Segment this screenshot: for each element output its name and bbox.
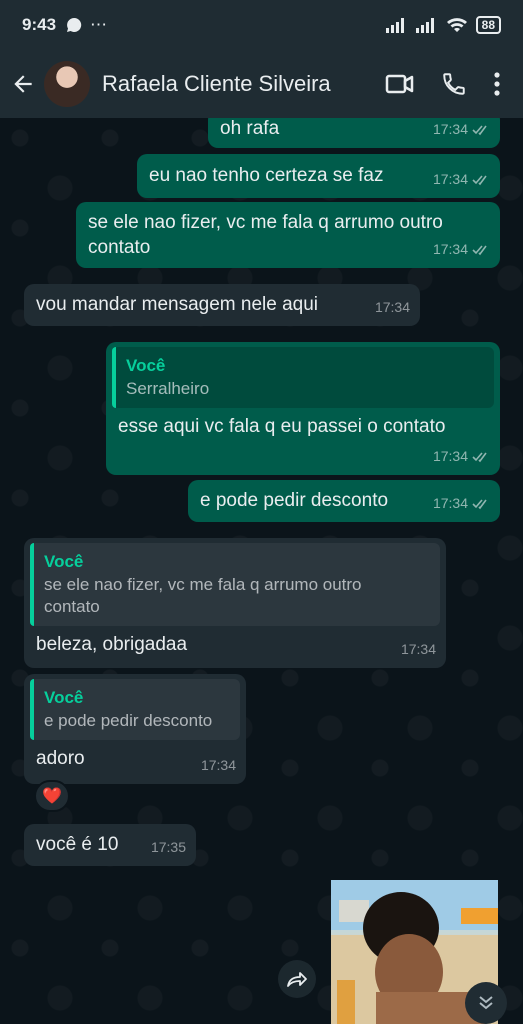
- message-bubble-incoming[interactable]: você é 10 17:35: [24, 824, 196, 866]
- voice-call-icon[interactable]: [441, 71, 467, 97]
- quote-text: e pode pedir desconto: [44, 711, 213, 730]
- forward-icon: [287, 972, 307, 987]
- contact-name[interactable]: Rafaela Cliente Silveira: [102, 71, 331, 97]
- read-receipt-icon: [472, 244, 487, 255]
- back-arrow-icon[interactable]: [10, 71, 36, 97]
- message-time: 17:34: [432, 448, 468, 464]
- quoted-message[interactable]: Você e pode pedir desconto: [30, 679, 240, 740]
- signal-icon: [385, 18, 404, 33]
- read-receipt-icon: [472, 124, 487, 135]
- status-time: 9:43: [22, 15, 57, 34]
- message-bubble-incoming[interactable]: vou mandar mensagem nele aqui 17:34: [24, 284, 420, 326]
- message-reaction[interactable]: ❤️: [34, 780, 70, 812]
- more-notifications-icon: ⋯: [90, 15, 108, 34]
- message-time: 17:34: [200, 757, 236, 773]
- message-text: beleza, obrigadaa: [36, 634, 188, 655]
- heart-reaction-icon: ❤️: [42, 788, 62, 805]
- message-list[interactable]: oh rafa 17:34 eu nao tenho certeza se fa…: [0, 118, 523, 1024]
- chat-header: Rafaela Cliente Silveira: [0, 50, 523, 118]
- chat-notification-icon: [67, 17, 82, 32]
- quote-author: Você: [126, 356, 166, 375]
- contact-avatar[interactable]: [44, 61, 90, 107]
- message-time: 17:34: [432, 241, 468, 257]
- quote-author: Você: [44, 552, 84, 571]
- read-receipt-icon: [472, 498, 487, 509]
- quoted-message[interactable]: Você Serralheiro: [112, 347, 494, 408]
- quote-text: Serralheiro: [126, 379, 210, 398]
- quote-text: se ele nao fizer, vc me fala q arrumo ou…: [44, 575, 362, 616]
- message-bubble-outgoing[interactable]: oh rafa 17:34: [208, 118, 500, 148]
- quote-author: Você: [44, 688, 84, 707]
- message-text: esse aqui vc fala q eu passei o contato: [118, 416, 446, 437]
- status-bar: 9:43 ⋯ 88: [0, 0, 523, 50]
- scroll-to-bottom-button[interactable]: [465, 982, 507, 1024]
- message-time: 17:34: [432, 121, 468, 137]
- message-text: vou mandar mensagem nele aqui: [36, 294, 319, 315]
- forward-button[interactable]: [278, 960, 316, 998]
- quoted-message[interactable]: Você se ele nao fizer, vc me fala q arru…: [30, 543, 440, 626]
- signal-icon-2: [415, 18, 434, 33]
- message-bubble-outgoing[interactable]: Você Serralheiro esse aqui vc fala q eu …: [106, 342, 500, 475]
- message-bubble-incoming[interactable]: Você se ele nao fizer, vc me fala q arru…: [24, 538, 446, 668]
- wifi-icon: [446, 18, 467, 32]
- message-time: 17:34: [432, 171, 468, 187]
- message-time: 17:35: [150, 839, 186, 855]
- read-receipt-icon: [472, 451, 487, 462]
- double-chevron-down-icon: [479, 996, 493, 1010]
- message-bubble-outgoing[interactable]: eu nao tenho certeza se faz 17:34: [137, 154, 500, 198]
- message-bubble-incoming[interactable]: Você e pode pedir desconto adoro 17:34: [24, 674, 246, 784]
- battery-icon: 88: [475, 16, 501, 34]
- message-time: 17:34: [432, 495, 468, 511]
- message-time: 17:34: [400, 641, 436, 657]
- message-bubble-outgoing[interactable]: e pode pedir desconto 17:34: [188, 480, 500, 522]
- message-time: 17:34: [374, 299, 410, 315]
- more-options-icon[interactable]: [493, 71, 501, 97]
- video-call-icon[interactable]: [385, 71, 415, 97]
- message-bubble-outgoing[interactable]: se ele nao fizer, vc me fala q arrumo ou…: [76, 202, 500, 268]
- read-receipt-icon: [472, 174, 487, 185]
